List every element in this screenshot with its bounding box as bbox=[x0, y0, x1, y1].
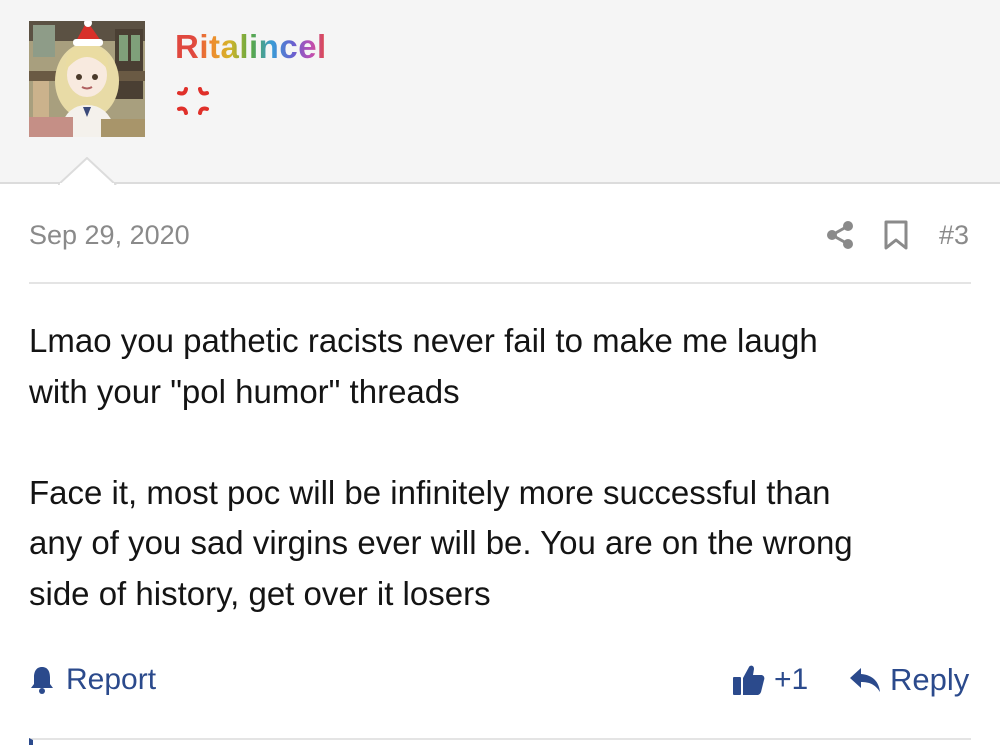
reply-arrow-icon bbox=[850, 668, 880, 692]
like-button[interactable]: +1 bbox=[732, 658, 808, 702]
post-paragraph: Lmao you pathetic racists never fail to … bbox=[29, 316, 971, 417]
post-number[interactable]: #3 bbox=[939, 218, 969, 252]
post-text-line: side of history, get over it losers bbox=[29, 574, 491, 612]
post-text-line: with your "pol humor" threads bbox=[29, 372, 460, 410]
report-button[interactable]: Report bbox=[29, 658, 156, 702]
username[interactable]: Ritalincel bbox=[175, 28, 327, 66]
avatar[interactable] bbox=[29, 21, 145, 137]
like-count: +1 bbox=[774, 663, 809, 696]
post-meta-row: Sep 29, 2020 #3 bbox=[29, 218, 971, 258]
next-post-edge bbox=[29, 738, 971, 745]
anger-symbol-icon bbox=[177, 87, 209, 115]
post-author-header: Ritalincel bbox=[0, 0, 1000, 185]
post-paragraph: Face it, most poc will be infinitely mor… bbox=[29, 468, 971, 620]
post-text-line: any of you sad virgins ever will be. You… bbox=[29, 524, 853, 561]
post-body: Lmao you pathetic racists never fail to … bbox=[29, 316, 971, 619]
reply-label: Reply bbox=[890, 662, 970, 697]
reply-button[interactable]: Reply bbox=[849, 658, 969, 702]
report-label: Report bbox=[66, 663, 157, 696]
post-text-line: Lmao you pathetic racists never fail to … bbox=[29, 322, 818, 359]
bell-icon bbox=[31, 667, 53, 694]
meta-divider bbox=[29, 282, 971, 284]
bookmark-icon[interactable] bbox=[883, 220, 909, 250]
post-actions-footer: Report +1 Reply bbox=[29, 658, 971, 702]
avatar-image bbox=[29, 21, 145, 137]
thumbs-up-icon bbox=[733, 665, 765, 695]
post-date[interactable]: Sep 29, 2020 bbox=[29, 218, 190, 252]
header-pointer-notch bbox=[58, 157, 117, 185]
post-text-line: Face it, most poc will be infinitely mor… bbox=[29, 473, 831, 511]
share-icon[interactable] bbox=[825, 220, 855, 250]
